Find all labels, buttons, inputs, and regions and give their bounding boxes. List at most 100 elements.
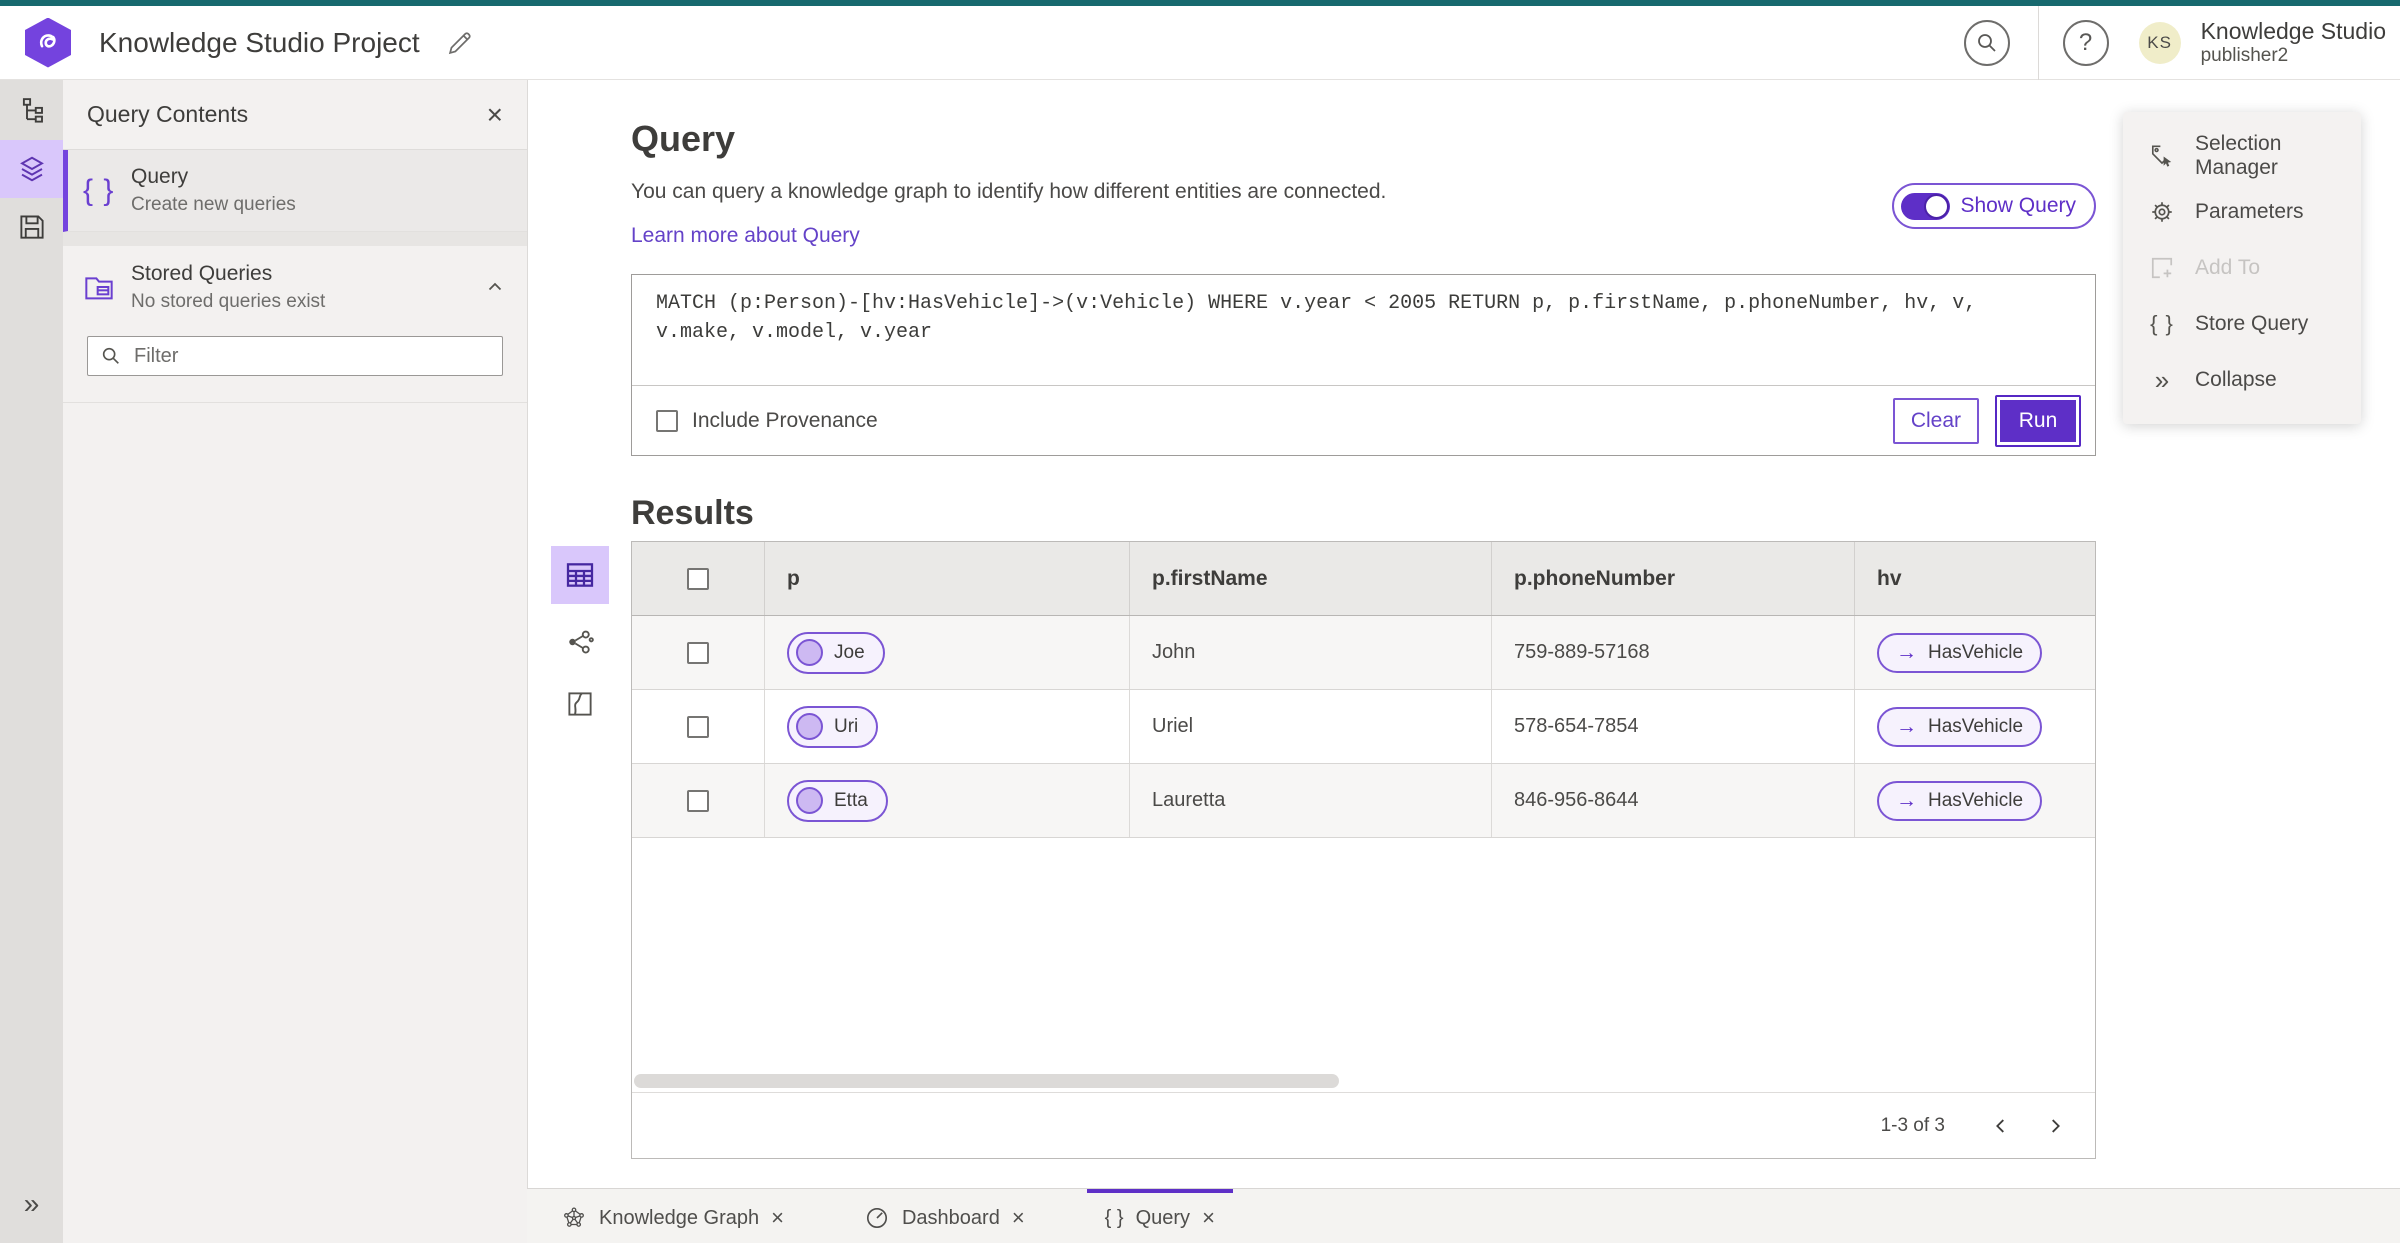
rail-item-save[interactable] bbox=[0, 198, 63, 256]
column-header-p[interactable]: p bbox=[764, 542, 1129, 615]
table-row: Uri Uriel 578-654-7854 → HasVehicle bbox=[632, 690, 2095, 764]
row-checkbox[interactable] bbox=[687, 789, 709, 812]
entity-cell: Etta bbox=[764, 764, 1129, 837]
include-provenance-checkbox[interactable] bbox=[656, 409, 678, 432]
pencil-icon bbox=[448, 31, 471, 54]
relationship-chip[interactable]: → HasVehicle bbox=[1877, 780, 2043, 821]
bottom-tab-bar: Knowledge Graph × Dashboard × { } Query … bbox=[527, 1188, 2400, 1243]
collapse-panel-button[interactable]: » Collapse bbox=[2123, 352, 2361, 408]
results-area: p p.firstName p.phoneNumber hv Joe John … bbox=[551, 541, 2096, 1159]
rail-item-layers[interactable] bbox=[0, 140, 63, 198]
entity-chip[interactable]: Uri bbox=[787, 705, 879, 748]
panel-item-stored-queries[interactable]: Stored Queries No stored queries exist bbox=[63, 246, 527, 328]
store-query-button[interactable]: { } Store Query bbox=[2123, 296, 2361, 352]
search-button[interactable] bbox=[1963, 19, 2010, 66]
rail-item-data-model[interactable] bbox=[0, 82, 63, 140]
show-query-label: Show Query bbox=[1960, 194, 2076, 217]
table-pagination: 1-3 of 3 bbox=[632, 1092, 2095, 1158]
learn-more-link[interactable]: Learn more about Query bbox=[631, 224, 860, 248]
map-view-button[interactable] bbox=[551, 675, 609, 733]
column-header-phonenumber[interactable]: p.phoneNumber bbox=[1491, 542, 1854, 615]
query-contents-panel: Query Contents × { } Query Create new qu… bbox=[63, 80, 527, 1243]
previous-page-button[interactable] bbox=[1979, 1104, 2023, 1148]
relationship-chip[interactable]: → HasVehicle bbox=[1877, 706, 2043, 747]
collapse-section-button[interactable] bbox=[483, 275, 507, 299]
search-icon bbox=[1977, 33, 1996, 52]
panel-close-button[interactable]: × bbox=[487, 100, 503, 129]
query-actions-panel: Selection Manager Parameters Add To { } … bbox=[2123, 112, 2361, 424]
results-heading: Results bbox=[631, 494, 754, 532]
next-page-button[interactable] bbox=[2033, 1104, 2077, 1148]
select-all-cell bbox=[632, 542, 764, 615]
graph-view-button[interactable] bbox=[551, 613, 609, 671]
dashboard-gauge-icon bbox=[864, 1205, 890, 1231]
phonenumber-cell: 759-889-57168 bbox=[1491, 616, 1854, 689]
close-tab-button[interactable]: × bbox=[1012, 1207, 1025, 1229]
search-icon bbox=[102, 347, 119, 364]
user-avatar[interactable]: KS bbox=[2138, 21, 2181, 64]
arrow-right-icon: → bbox=[1896, 789, 1917, 812]
close-tab-button[interactable]: × bbox=[771, 1207, 784, 1229]
phonenumber-cell: 578-654-7854 bbox=[1491, 690, 1854, 763]
app-name: Knowledge Studio bbox=[2200, 17, 2386, 44]
query-item-subtitle: Create new queries bbox=[131, 194, 296, 215]
row-select-cell bbox=[632, 616, 764, 689]
help-button[interactable]: ? bbox=[2062, 19, 2109, 66]
expand-rail-button[interactable]: » bbox=[0, 1190, 63, 1218]
double-chevron-right-icon: » bbox=[2154, 365, 2170, 395]
table-view-button[interactable] bbox=[551, 546, 609, 604]
query-heading: Query bbox=[631, 118, 736, 159]
entity-node-icon bbox=[796, 787, 823, 814]
parameters-label: Parameters bbox=[2195, 200, 2304, 223]
entity-chip[interactable]: Joe bbox=[787, 631, 885, 674]
column-header-firstname[interactable]: p.firstName bbox=[1129, 542, 1491, 615]
query-editor-footer: Include Provenance Clear Run bbox=[632, 385, 2095, 455]
app-root: Knowledge Studio Project ? KS Knowledge … bbox=[0, 0, 2400, 1243]
clear-button[interactable]: Clear bbox=[1892, 397, 1979, 444]
filter-field bbox=[87, 336, 503, 376]
selection-manager-icon bbox=[2147, 143, 2177, 169]
pagination-range-label: 1-3 of 3 bbox=[1880, 1114, 1945, 1136]
entity-node-icon bbox=[796, 713, 823, 740]
tab-query[interactable]: { } Query × bbox=[1086, 1189, 1233, 1243]
horizontal-scrollbar-thumb[interactable] bbox=[634, 1074, 1339, 1088]
braces-icon: { } bbox=[83, 173, 115, 207]
map-icon bbox=[568, 692, 592, 716]
entity-label: Uri bbox=[834, 715, 859, 737]
user-name: publisher2 bbox=[2200, 44, 2289, 66]
entity-chip[interactable]: Etta bbox=[787, 779, 888, 822]
run-button[interactable]: Run bbox=[1995, 394, 2081, 447]
row-checkbox[interactable] bbox=[687, 715, 709, 738]
link-chart-icon bbox=[569, 630, 594, 654]
close-tab-button[interactable]: × bbox=[1202, 1207, 1215, 1229]
results-table: p p.firstName p.phoneNumber hv Joe John … bbox=[631, 541, 2096, 1159]
toggle-switch-on bbox=[1901, 192, 1951, 220]
firstname-cell: Lauretta bbox=[1129, 764, 1491, 837]
edit-title-button[interactable] bbox=[446, 29, 474, 57]
braces-icon: { } bbox=[2150, 311, 2174, 336]
chevron-left-icon bbox=[1996, 1118, 2004, 1133]
filter-input[interactable] bbox=[132, 343, 490, 369]
show-query-toggle[interactable]: Show Query bbox=[1892, 183, 2096, 229]
tab-knowledge-graph[interactable]: Knowledge Graph × bbox=[543, 1189, 802, 1243]
logo-swirl-icon bbox=[39, 33, 56, 48]
table-row: Etta Lauretta 846-956-8644 → HasVehicle bbox=[632, 764, 2095, 838]
tab-dashboard[interactable]: Dashboard × bbox=[846, 1189, 1043, 1243]
parameters-button[interactable]: Parameters bbox=[2123, 184, 2361, 240]
select-all-checkbox[interactable] bbox=[687, 567, 709, 590]
selection-manager-button[interactable]: Selection Manager bbox=[2123, 128, 2361, 184]
query-text-editor[interactable]: MATCH (p:Person)-[hv:HasVehicle]->(v:Veh… bbox=[632, 275, 2095, 385]
store-query-label: Store Query bbox=[2195, 312, 2309, 335]
column-header-hv[interactable]: hv bbox=[1854, 542, 2095, 615]
table-header-row: p p.firstName p.phoneNumber hv bbox=[632, 542, 2095, 616]
relationship-label: HasVehicle bbox=[1928, 715, 2024, 737]
firstname-cell: John bbox=[1129, 616, 1491, 689]
header-actions: ? KS Knowledge Studio publisher2 bbox=[1963, 5, 2400, 80]
results-view-toolbar bbox=[551, 546, 609, 733]
relationship-chip[interactable]: → HasVehicle bbox=[1877, 632, 2043, 673]
row-checkbox[interactable] bbox=[687, 641, 709, 664]
panel-item-query[interactable]: { } Query Create new queries bbox=[63, 150, 527, 232]
stored-queries-title: Stored Queries bbox=[131, 261, 273, 285]
panel-header: Query Contents × bbox=[63, 80, 527, 150]
help-icon: ? bbox=[2078, 28, 2093, 56]
